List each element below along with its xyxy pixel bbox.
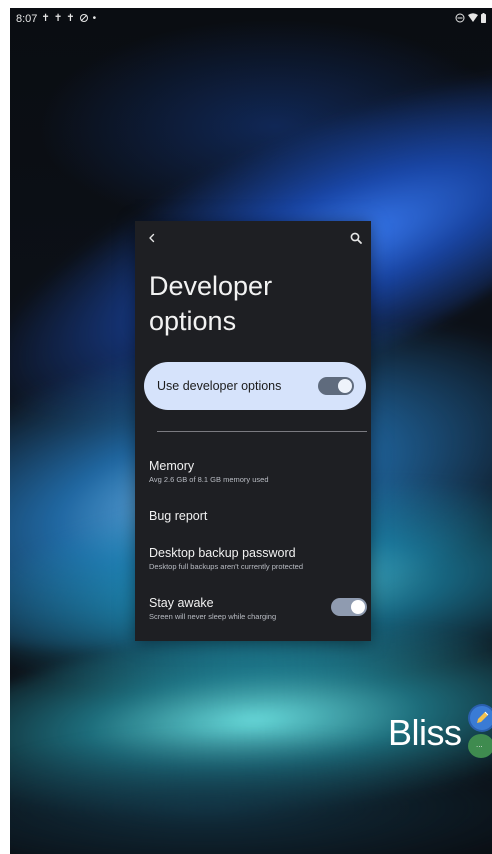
status-bar: 8:07 ✝ ✝ ✝ •: [10, 8, 492, 30]
setting-desktop-backup-password[interactable]: Desktop backup password Desktop full bac…: [149, 545, 359, 572]
use-developer-options-switch-bar[interactable]: Use developer options: [144, 362, 366, 410]
setting-summary: Avg 2.6 GB of 8.1 GB memory used: [149, 475, 269, 484]
notification-icon: ✝: [53, 13, 63, 24]
status-right: [455, 12, 486, 26]
notification-icon: ✝: [41, 13, 50, 24]
toggle-thumb: [351, 600, 365, 614]
dnd-icon: [455, 13, 465, 26]
setting-title: Desktop backup password: [149, 546, 296, 560]
stay-awake-toggle[interactable]: [331, 598, 367, 616]
pencil-app-icon[interactable]: [470, 706, 492, 730]
recents-screen: 8:07 ✝ ✝ ✝ • Developer options Use devel…: [10, 8, 492, 854]
setting-summary: Desktop full backups aren't currently pr…: [149, 562, 304, 571]
status-left: 8:07 ✝ ✝ ✝ •: [16, 13, 96, 26]
page-title-line: Developer: [149, 271, 273, 301]
sync-icon: [79, 13, 89, 26]
search-icon[interactable]: [349, 231, 363, 245]
more-app-text: ...: [476, 740, 483, 749]
setting-stay-awake[interactable]: Stay awake Screen will never sleep while…: [149, 595, 359, 622]
back-arrow-icon[interactable]: [145, 231, 159, 245]
app-toolbar: [135, 221, 371, 255]
setting-bug-report[interactable]: Bug report: [149, 508, 359, 524]
notification-icon: ✝: [66, 13, 75, 24]
setting-memory[interactable]: Memory Avg 2.6 GB of 8.1 GB memory used: [149, 458, 359, 485]
toggle-thumb: [338, 379, 352, 393]
page-title-line: options: [149, 306, 237, 336]
setting-title: Stay awake: [149, 596, 214, 610]
setting-title: Memory: [149, 459, 195, 473]
setting-title: Bug report: [149, 509, 208, 523]
use-developer-options-toggle[interactable]: [318, 377, 354, 395]
recent-app-label-bliss[interactable]: Bliss: [388, 712, 462, 754]
setting-summary: Screen will never sleep while charging: [149, 612, 277, 621]
master-switch-label: Use developer options: [157, 379, 282, 393]
dot-icon: •: [92, 13, 97, 24]
page-title: Developer options: [149, 269, 359, 339]
battery-icon: [481, 12, 486, 26]
divider: [157, 431, 367, 432]
recent-app-card-developer-options[interactable]: Developer options Use developer options …: [135, 221, 371, 641]
status-time: 8:07: [16, 13, 38, 25]
wifi-icon: [468, 13, 478, 25]
